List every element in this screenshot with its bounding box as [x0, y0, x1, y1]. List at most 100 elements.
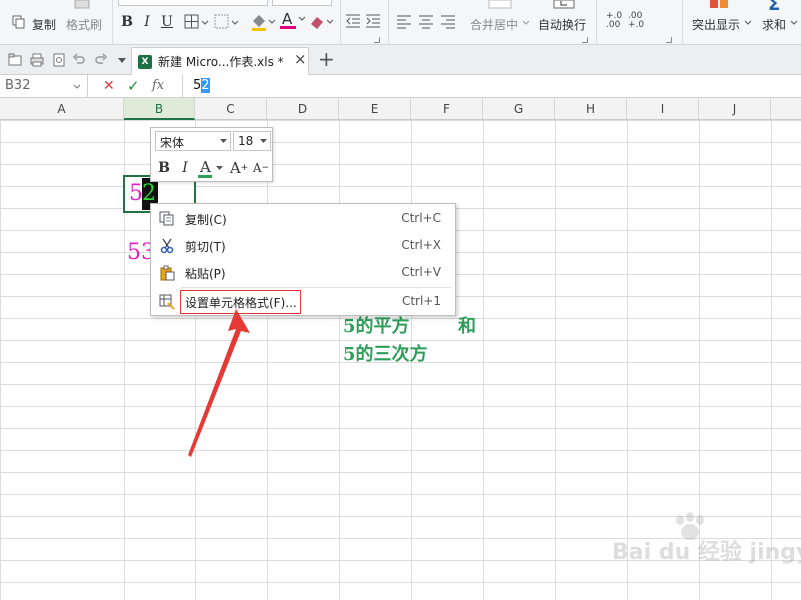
merge-center-icon — [488, 0, 512, 10]
menu-item-shortcut: Ctrl+V — [401, 265, 441, 279]
print-preview-icon[interactable] — [52, 53, 66, 67]
merge-center-button[interactable]: 合并居中 — [470, 16, 518, 33]
chevron-down-icon — [220, 139, 227, 143]
column-header-F[interactable]: F — [411, 98, 483, 120]
merge-dropdown-icon[interactable] — [522, 20, 530, 26]
cell-style-icon[interactable] — [214, 14, 244, 30]
cancel-edit-icon[interactable]: ✕ — [103, 78, 115, 94]
mini-font-color-button[interactable]: A — [198, 158, 224, 178]
menu-item-label: 剪切(T) — [185, 240, 226, 254]
underline-button[interactable]: U — [158, 12, 176, 32]
document-tab[interactable]: X 新建 Micro...作表.xls * — [131, 47, 309, 75]
highlight-dropdown-icon[interactable] — [744, 20, 752, 26]
mini-shrink-font-button[interactable]: A − — [252, 158, 270, 178]
shrink-font-glyph: A — [252, 161, 262, 175]
spreadsheet-app: 复制 格式刷 B I U A 合并居中 自动换行 +.0 .00 .00 +.0… — [0, 0, 801, 600]
mini-font-value: 宋体 — [160, 136, 185, 150]
format-cells-icon — [159, 294, 175, 310]
mini-grow-font-button[interactable]: A + — [230, 158, 248, 178]
grow-font-sign: + — [240, 163, 249, 173]
insert-function-icon[interactable]: fx — [152, 78, 164, 93]
excel-file-icon: X — [138, 54, 152, 69]
menu-item-cut[interactable]: 剪切(T) Ctrl+X — [151, 233, 457, 259]
sum-icon: Σ — [768, 0, 781, 15]
column-header-row: A B C D E F G H I J — [0, 98, 801, 120]
formula-selected-text: 2 — [201, 78, 210, 93]
column-header-I[interactable]: I — [627, 98, 699, 120]
formula-input[interactable]: 52 — [182, 75, 801, 98]
mini-size-value: 18 — [238, 134, 254, 148]
mini-font-color-bar — [198, 175, 212, 178]
mini-format-toolbar: 宋体 18 B I A A + A − — [150, 127, 273, 182]
open-file-icon[interactable] — [8, 53, 22, 67]
font-color-bar — [280, 26, 296, 29]
mini-italic-button[interactable]: I — [178, 158, 192, 178]
wrap-text-button[interactable]: 自动换行 — [538, 16, 586, 33]
highlight-button[interactable]: 突出显示 — [692, 16, 740, 33]
align-left-icon[interactable] — [396, 14, 412, 30]
close-tab-icon[interactable]: × — [294, 50, 307, 68]
menu-item-label: 复制(C) — [185, 213, 227, 227]
decrease-decimal-button[interactable]: .00 +.0 — [628, 12, 644, 30]
borders-icon[interactable] — [184, 14, 214, 30]
document-tab-title: 新建 Micro...作表.xls * — [158, 55, 284, 69]
format-painter-button[interactable]: 格式刷 — [66, 16, 102, 33]
menu-item-label: 粘贴(P) — [185, 267, 226, 281]
column-header-E[interactable]: E — [339, 98, 411, 120]
quick-access-dropdown-icon[interactable] — [118, 58, 126, 64]
copy-icon — [159, 211, 175, 227]
column-header-G[interactable]: G — [483, 98, 555, 120]
confirm-edit-icon[interactable]: ✓ — [127, 77, 140, 95]
clear-format-icon[interactable] — [308, 12, 336, 32]
context-menu: 复制(C) Ctrl+C 剪切(T) Ctrl+X 粘贴(P) Ctrl+V 设… — [150, 203, 456, 316]
mini-bold-button[interactable]: B — [156, 158, 172, 178]
column-header-A[interactable]: A — [0, 98, 124, 120]
column-header-C[interactable]: C — [195, 98, 267, 120]
align-center-icon[interactable] — [418, 14, 434, 30]
annotation-arrow-icon — [188, 309, 250, 457]
mini-font-select[interactable]: 宋体 — [155, 131, 231, 151]
column-header-D[interactable]: D — [267, 98, 339, 120]
name-box-dropdown-icon[interactable] — [73, 84, 81, 90]
menu-item-paste[interactable]: 粘贴(P) Ctrl+V — [151, 260, 457, 286]
format-painter-icon — [72, 0, 92, 12]
column-header-B[interactable]: B — [124, 98, 195, 120]
undo-icon[interactable] — [72, 53, 86, 67]
font-size-box[interactable] — [272, 0, 332, 6]
note-and-text: 和 — [458, 316, 476, 337]
wrap-text-icon — [553, 0, 575, 10]
menu-item-copy[interactable]: 复制(C) Ctrl+C — [151, 206, 457, 232]
bold-button[interactable]: B — [118, 12, 136, 32]
redo-icon[interactable] — [94, 53, 108, 67]
document-tab-bar: X 新建 Micro...作表.xls * × + — [0, 45, 801, 75]
chevron-down-icon — [260, 139, 267, 143]
decrease-indent-icon[interactable] — [345, 13, 361, 29]
menu-item-shortcut: Ctrl+1 — [401, 294, 441, 308]
mini-font-color-glyph: A — [200, 158, 211, 176]
column-header-J[interactable]: J — [699, 98, 771, 120]
print-icon[interactable] — [30, 53, 44, 67]
name-box[interactable]: B32 — [0, 75, 88, 98]
increase-decimal-button[interactable]: +.0 .00 — [606, 12, 622, 30]
increase-decimal-bottom: .00 — [606, 20, 621, 30]
grow-font-glyph: A — [229, 159, 241, 177]
sum-dropdown-icon[interactable] — [790, 20, 798, 26]
new-tab-icon[interactable]: + — [318, 47, 335, 71]
name-box-value: B32 — [5, 78, 31, 93]
fill-color-icon[interactable] — [250, 12, 276, 32]
menu-item-shortcut: Ctrl+C — [401, 211, 441, 225]
copy-button[interactable]: 复制 — [32, 16, 56, 33]
column-header-H[interactable]: H — [555, 98, 627, 120]
mini-size-select[interactable]: 18 — [233, 131, 271, 151]
italic-button[interactable]: I — [138, 12, 156, 32]
sum-button[interactable]: 求和 — [762, 16, 786, 33]
increase-indent-icon[interactable] — [365, 13, 381, 29]
menu-item-shortcut: Ctrl+X — [401, 238, 441, 252]
ribbon-toolbar: 复制 格式刷 B I U A 合并居中 自动换行 +.0 .00 .00 +.0… — [0, 0, 801, 45]
chevron-down-icon — [216, 166, 223, 170]
menu-separator — [181, 287, 451, 288]
align-right-icon[interactable] — [440, 14, 456, 30]
font-color-icon[interactable]: A — [280, 10, 308, 32]
highlight-icon — [708, 0, 730, 10]
font-name-box[interactable] — [118, 0, 268, 6]
